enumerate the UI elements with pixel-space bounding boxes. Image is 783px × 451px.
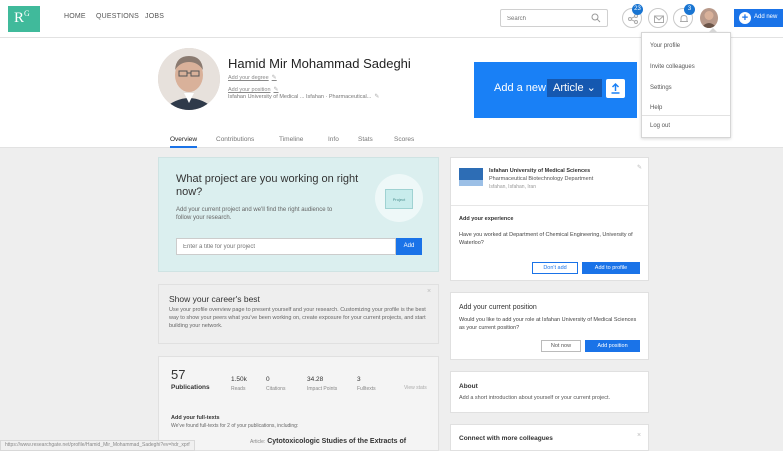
user-avatar-button[interactable] (700, 8, 718, 28)
upload-button[interactable] (606, 79, 625, 98)
nav-questions[interactable]: QUESTIONS (96, 13, 139, 20)
menu-item-logout[interactable]: Log out (650, 123, 670, 129)
profile-institution[interactable]: Isfahan University of Medical ... Isfaha… (228, 93, 379, 100)
about-description[interactable]: Add a short introduction about yourself … (459, 395, 610, 401)
menu-item-invite-colleagues[interactable]: Invite colleagues (650, 64, 695, 70)
institution-location: Isfahan, Isfahan, Iran (489, 184, 536, 190)
project-title: What project are you working on right no… (176, 173, 359, 198)
upload-icon (611, 82, 620, 94)
stat-value: 34.28 (307, 376, 324, 383)
profile-photo[interactable] (158, 48, 220, 110)
institution-department: Pharmaceutical Biotechnology Department (489, 176, 594, 182)
project-title-input[interactable] (176, 238, 396, 255)
dont-add-button[interactable]: Don't add (532, 262, 578, 274)
close-icon[interactable]: × (427, 288, 431, 295)
tab-timeline[interactable]: Timeline (279, 136, 303, 143)
search-box[interactable] (500, 9, 608, 27)
stat-label: Impact Points (307, 386, 338, 392)
tab-contributions[interactable]: Contributions (216, 136, 254, 143)
institution-name[interactable]: Isfahan University of Medical Sciences (489, 168, 590, 174)
experience-description: Have you worked at Department of Chemica… (459, 232, 633, 246)
tab-overview[interactable]: Overview (170, 136, 198, 148)
add-position-button[interactable]: Add position (585, 340, 640, 352)
fulltexts-title: Add your full-texts (171, 415, 220, 421)
notifications-badge: 3 (684, 4, 695, 15)
connect-card: Connect with more colleagues × (450, 424, 649, 451)
publications-label: Publications (171, 384, 210, 391)
add-project-button[interactable]: Add (396, 238, 422, 255)
requests-badge: 23 (632, 4, 643, 15)
tab-scores[interactable]: Scores (394, 136, 414, 143)
tab-stats[interactable]: Stats (358, 136, 373, 143)
menu-item-your-profile[interactable]: Your profile (650, 43, 680, 49)
menu-caret (708, 28, 718, 33)
stat-value: 1.50k (231, 376, 247, 383)
position-card: Add your current position Would you like… (450, 292, 649, 360)
profile-name: Hamid Mir Mohammad Sadeghi (228, 56, 411, 71)
profile-menu: Your profile Invite colleagues Settings … (641, 28, 731, 138)
messages-button[interactable] (648, 8, 668, 28)
folder-icon: Project (385, 189, 413, 209)
institution-logo (459, 168, 483, 186)
publications-count: 57 (171, 367, 186, 382)
menu-divider (642, 115, 730, 116)
stat-label: Fulltexts (357, 386, 376, 392)
search-icon[interactable] (591, 13, 601, 23)
view-stats-link[interactable]: View stats (404, 385, 427, 391)
experience-title: Add your experience (459, 216, 514, 222)
stats-card: 57 Publications 1.50k Reads 0 Citations … (158, 356, 439, 451)
stat-label: Reads (231, 386, 246, 392)
add-new-button[interactable]: + Add new (734, 9, 783, 27)
nav-home[interactable]: HOME (64, 13, 86, 20)
add-position-link[interactable]: Add your position ✎ (228, 86, 279, 93)
stat-label: Citations (266, 386, 286, 392)
connect-title: Connect with more colleagues (459, 435, 553, 442)
add-to-profile-button[interactable]: Add to profile (582, 262, 640, 274)
position-description: Would you like to add your role at Isfah… (459, 317, 637, 331)
tab-info[interactable]: Info (328, 136, 339, 143)
stat-value: 3 (357, 376, 361, 383)
add-degree-link[interactable]: Add your degree ✎ (228, 74, 277, 81)
mail-icon (654, 15, 664, 23)
institution-card: Isfahan University of Medical Sciences P… (450, 157, 649, 281)
nav-jobs[interactable]: JOBS (145, 13, 164, 20)
browser-status-url: https://www.researchgate.net/profile/Ham… (0, 440, 195, 451)
project-description: Add your current project and we'll find … (176, 207, 333, 221)
fulltexts-description: We've found full-texts for 2 of your pub… (171, 423, 299, 429)
menu-item-settings[interactable]: Settings (650, 85, 672, 91)
project-card: What project are you working on right no… (158, 157, 439, 272)
not-now-button[interactable]: Not now (541, 340, 581, 352)
fulltext-publication[interactable]: Article: Cytotoxicologic Studies of the … (250, 437, 430, 447)
position-title: Add your current position (459, 304, 537, 311)
about-card: About Add a short introduction about you… (450, 371, 649, 413)
pencil-icon: ✎ (374, 94, 380, 100)
about-title: About (459, 383, 478, 390)
search-input[interactable] (507, 12, 587, 25)
close-icon[interactable]: × (637, 432, 641, 439)
menu-item-help[interactable]: Help (650, 105, 662, 111)
career-description: Use your profile overview page to presen… (169, 307, 426, 329)
experience-prompt: Add your experience Have you worked at D… (451, 205, 648, 280)
chevron-down-icon: ⌄ (586, 82, 596, 94)
stat-value: 0 (266, 376, 270, 383)
researchgate-logo[interactable]: RG (8, 6, 40, 32)
content-type-select[interactable]: Article ⌄ (547, 79, 602, 97)
add-new-banner: Add a new Article ⌄ (474, 62, 637, 118)
project-illustration: Project (375, 174, 423, 222)
pencil-icon[interactable]: ✎ (637, 164, 642, 171)
pencil-icon: ✎ (271, 75, 277, 81)
career-card: Show your career's best Use your profile… (158, 284, 439, 344)
plus-icon: + (739, 12, 751, 24)
career-title: Show your career's best (169, 294, 260, 304)
